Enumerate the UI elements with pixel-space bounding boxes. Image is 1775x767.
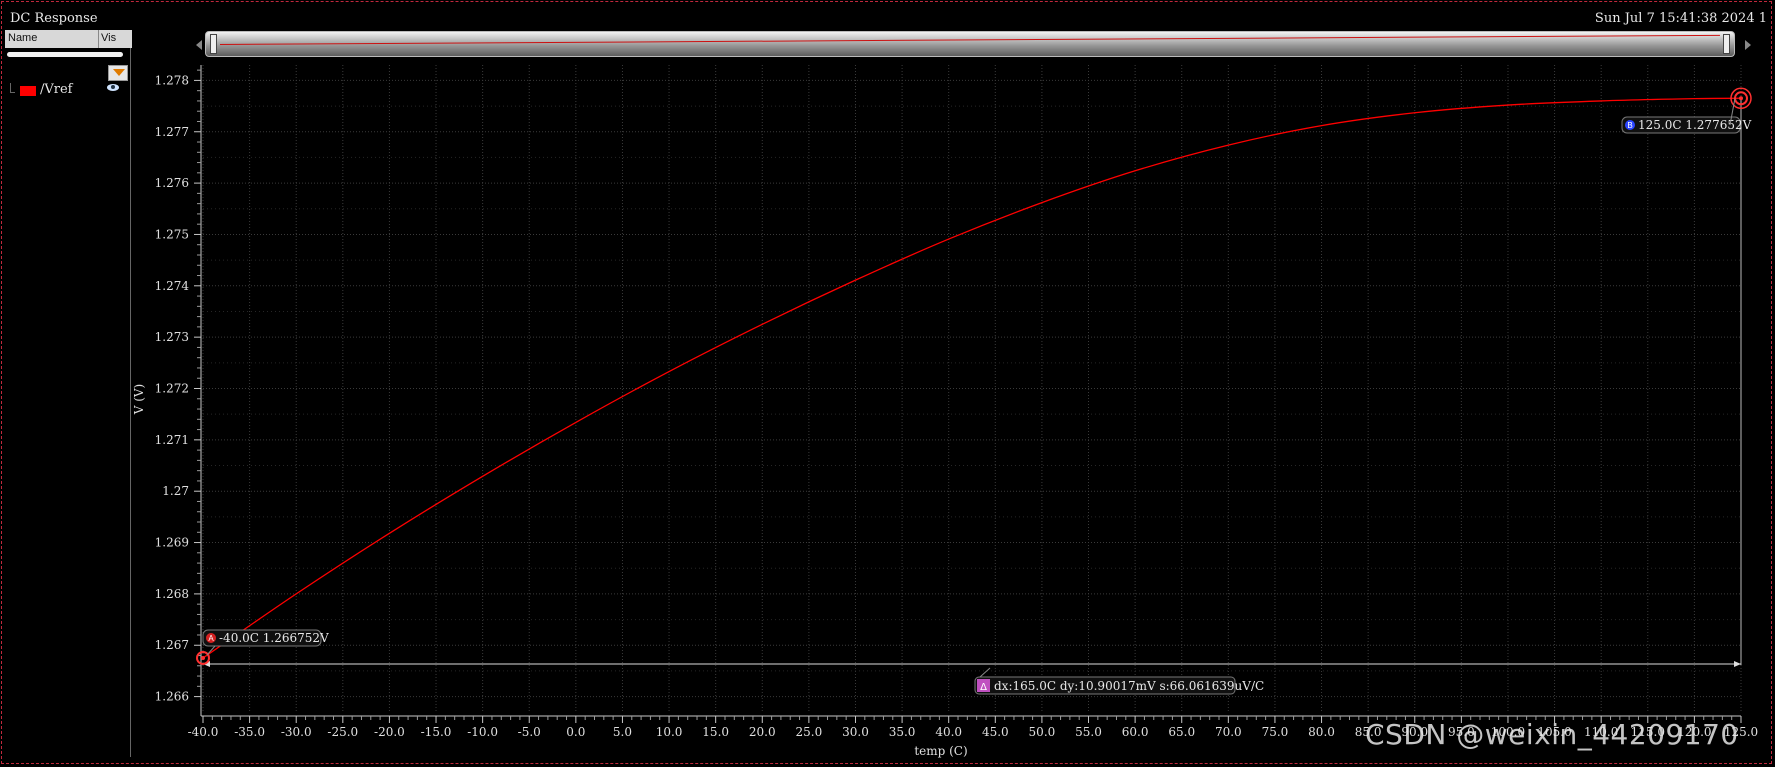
x-tick-label: 70.0 bbox=[1215, 725, 1242, 739]
y-tick-label: 1.276 bbox=[155, 176, 189, 190]
x-tick-label: 75.0 bbox=[1262, 725, 1289, 739]
marker-a-letter: A bbox=[208, 634, 214, 643]
x-tick-label: -35.0 bbox=[234, 725, 265, 739]
x-tick-label: 25.0 bbox=[796, 725, 823, 739]
x-tick-label: 20.0 bbox=[749, 725, 776, 739]
x-tick-label: 45.0 bbox=[982, 725, 1009, 739]
y-axis-label: V (V) bbox=[132, 384, 146, 416]
y-tick-label: 1.27 bbox=[162, 484, 189, 498]
y-tick-label: 1.273 bbox=[155, 330, 189, 344]
delta-label: dx:165.0C dy:10.90017mV s:66.061639uV/C bbox=[994, 679, 1264, 693]
x-tick-label: 5.0 bbox=[613, 725, 632, 739]
y-tick-label: 1.271 bbox=[155, 433, 189, 447]
y-tick-label: 1.267 bbox=[155, 638, 189, 652]
y-tick-label: 1.272 bbox=[155, 382, 189, 396]
grid bbox=[202, 65, 1742, 712]
y-tick-label: 1.274 bbox=[155, 279, 190, 293]
x-tick-label: 60.0 bbox=[1122, 725, 1149, 739]
marker-a-label: -40.0C 1.266752V bbox=[219, 631, 329, 645]
series-line-vref bbox=[202, 97, 1742, 659]
x-axis-label: temp (C) bbox=[914, 744, 967, 758]
x-tick-label: -5.0 bbox=[518, 725, 541, 739]
x-tick-label: -40.0 bbox=[188, 725, 219, 739]
delta-leader bbox=[979, 667, 991, 678]
y-tick-label: 1.266 bbox=[155, 690, 189, 704]
marker-a-point-dot bbox=[201, 655, 205, 660]
x-tick-label: -10.0 bbox=[467, 725, 498, 739]
x-tick-label: 10.0 bbox=[656, 725, 683, 739]
x-tick-label: -15.0 bbox=[421, 725, 452, 739]
y-tick-label: 1.278 bbox=[155, 73, 189, 87]
ticks: -40.0 -35.0 -30.0 -25.0 -20.0 -15.0 -10.0 -5.0 0… bbox=[155, 69, 1758, 739]
markers-layer[interactable]: A -40.0C 1.266752V B 125.0C 1.277652V Δ dx:16… bbox=[196, 87, 1752, 695]
series-layer bbox=[202, 97, 1742, 659]
y-tick-label: 1.277 bbox=[155, 125, 189, 139]
axes bbox=[200, 65, 1741, 717]
watermark: CSDN @weixin_44209170 bbox=[1365, 718, 1739, 751]
x-tick-label: 30.0 bbox=[842, 725, 869, 739]
y-tick-label: 1.275 bbox=[155, 227, 189, 241]
x-tick-label: -25.0 bbox=[327, 725, 358, 739]
plot-area[interactable]: -40.0 -35.0 -30.0 -25.0 -20.0 -15.0 -10.0 -5.0 0… bbox=[0, 0, 1775, 767]
y-tick-label: 1.268 bbox=[155, 587, 189, 601]
x-tick-label: -30.0 bbox=[281, 725, 312, 739]
x-tick-label: 15.0 bbox=[702, 725, 729, 739]
x-tick-label: 35.0 bbox=[889, 725, 916, 739]
x-tick-label: 65.0 bbox=[1168, 725, 1195, 739]
x-tick-label: 40.0 bbox=[935, 725, 962, 739]
marker-b-letter: B bbox=[1627, 121, 1632, 130]
delta-right-arrow-icon bbox=[1734, 661, 1741, 667]
delta-symbol: Δ bbox=[980, 682, 987, 693]
marker-b-label: 125.0C 1.277652V bbox=[1638, 118, 1752, 132]
x-tick-label: 55.0 bbox=[1075, 725, 1102, 739]
x-tick-label: 50.0 bbox=[1029, 725, 1056, 739]
marker-b-point-dot bbox=[1739, 96, 1743, 101]
y-tick-label: 1.269 bbox=[155, 536, 189, 550]
x-tick-label: 80.0 bbox=[1308, 725, 1335, 739]
x-tick-label: -20.0 bbox=[374, 725, 405, 739]
x-tick-label: 0.0 bbox=[566, 725, 585, 739]
